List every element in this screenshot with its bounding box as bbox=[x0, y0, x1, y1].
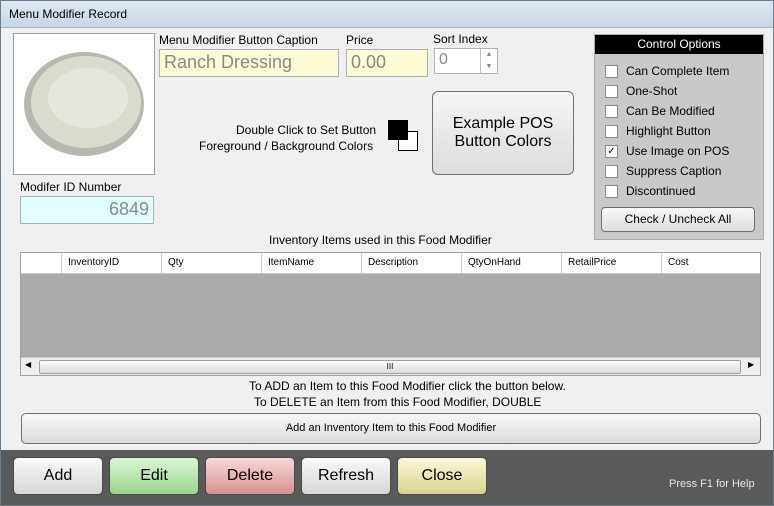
spin-down-icon[interactable]: ▼ bbox=[481, 61, 497, 73]
modifier-id-field: 6849 bbox=[20, 196, 154, 224]
column-qtyonhand[interactable]: QtyOnHand bbox=[461, 253, 561, 273]
instruction-line1: To ADD an Item to this Food Modifier cli… bbox=[249, 379, 566, 393]
caption-label: Menu Modifier Button Caption bbox=[159, 33, 318, 47]
checkbox-highlight-button[interactable]: Highlight Button bbox=[605, 122, 711, 140]
scroll-right-icon[interactable]: ▶ bbox=[748, 360, 754, 369]
caption-input[interactable]: Ranch Dressing bbox=[159, 49, 339, 77]
modifier-id-label: Modifer ID Number bbox=[20, 180, 122, 194]
inventory-title: Inventory Items used in this Food Modifi… bbox=[269, 233, 492, 247]
inventory-grid[interactable]: InventoryID Qty ItemName Description Qty… bbox=[20, 252, 761, 376]
instruction-line2: To DELETE an Item from this Food Modifie… bbox=[254, 395, 542, 409]
checkbox-box[interactable] bbox=[605, 124, 618, 138]
spin-up-icon[interactable]: ▲ bbox=[481, 49, 497, 61]
column-retailprice[interactable]: RetailPrice bbox=[561, 253, 661, 273]
modifier-window: Menu Modifier Record Menu Modifier Butto… bbox=[0, 0, 774, 506]
control-options-title: Control Options bbox=[595, 35, 763, 54]
modifier-image[interactable] bbox=[13, 33, 155, 175]
ranch-dressing-bowl-image bbox=[24, 52, 144, 156]
foreground-color-swatch[interactable] bbox=[388, 120, 408, 140]
checkbox-use-image-on-pos[interactable]: ✓ Use Image on POS bbox=[605, 142, 729, 160]
color-hint-line2: Foreground / Background Colors bbox=[199, 139, 374, 153]
horizontal-scrollbar[interactable]: ◀ III ▶ bbox=[21, 357, 760, 375]
checkbox-box[interactable] bbox=[605, 184, 618, 198]
example-pos-button[interactable]: Example POS Button Colors bbox=[432, 91, 574, 175]
checkbox-suppress-caption[interactable]: Suppress Caption bbox=[605, 162, 721, 180]
price-label: Price bbox=[346, 33, 374, 47]
color-hint-line1: Double Click to Set Button bbox=[236, 123, 377, 137]
check-uncheck-all-button[interactable]: Check / Uncheck All bbox=[601, 207, 755, 232]
example-line1: Example POS bbox=[452, 115, 554, 132]
control-options-panel: Control Options Can Complete Item One-Sh… bbox=[594, 34, 764, 240]
checkbox-box[interactable] bbox=[605, 164, 618, 178]
checkbox-discontinued[interactable]: Discontinued bbox=[605, 182, 695, 200]
checkmark-icon[interactable]: ✓ bbox=[605, 144, 618, 158]
close-button[interactable]: Close bbox=[397, 457, 487, 495]
sort-index-label: Sort Index bbox=[433, 32, 488, 46]
column-cost[interactable]: Cost bbox=[661, 253, 760, 273]
example-line2: Button Colors bbox=[454, 133, 552, 150]
checkbox-box[interactable] bbox=[605, 84, 618, 98]
edit-button[interactable]: Edit bbox=[109, 457, 199, 495]
checkbox-can-complete-item[interactable]: Can Complete Item bbox=[605, 62, 729, 80]
window-title: Menu Modifier Record bbox=[9, 7, 128, 21]
price-input[interactable]: 0.00 bbox=[346, 49, 428, 77]
refresh-button[interactable]: Refresh bbox=[301, 457, 391, 495]
title-bar: Menu Modifier Record bbox=[1, 1, 773, 28]
checkbox-box[interactable] bbox=[605, 64, 618, 78]
grid-header: InventoryID Qty ItemName Description Qty… bbox=[21, 253, 760, 274]
checkbox-can-be-modified[interactable]: Can Be Modified bbox=[605, 102, 715, 120]
column-itemname[interactable]: ItemName bbox=[261, 253, 361, 273]
delete-button[interactable]: Delete bbox=[205, 457, 295, 495]
help-hint: Press F1 for Help bbox=[669, 478, 755, 490]
column-inventoryid[interactable]: InventoryID bbox=[61, 253, 161, 273]
add-inventory-item-button[interactable]: Add an Inventory Item to this Food Modif… bbox=[21, 413, 761, 444]
checkbox-one-shot[interactable]: One-Shot bbox=[605, 82, 677, 100]
scroll-thumb[interactable]: III bbox=[39, 360, 741, 374]
add-button[interactable]: Add bbox=[13, 457, 103, 495]
column-description[interactable]: Description bbox=[361, 253, 461, 273]
checkbox-box[interactable] bbox=[605, 104, 618, 118]
scroll-left-icon[interactable]: ◀ bbox=[25, 360, 31, 369]
sort-index-spinner[interactable]: ▲ ▼ bbox=[480, 49, 497, 73]
column-qty[interactable]: Qty bbox=[161, 253, 261, 273]
